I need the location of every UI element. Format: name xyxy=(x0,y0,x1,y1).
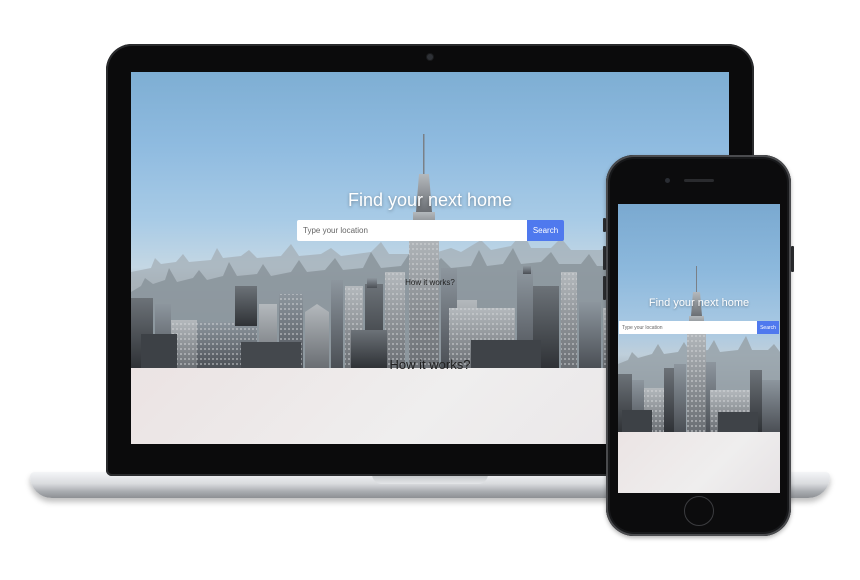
laptop-camera-icon xyxy=(427,54,433,60)
search-button[interactable]: Search xyxy=(527,220,564,241)
phone-power-button xyxy=(791,246,794,272)
search-bar: Search xyxy=(297,220,564,241)
phone-hero-banner: Find your next home Search xyxy=(618,204,780,432)
phone-speaker xyxy=(684,179,714,182)
phone-search-button[interactable]: Search xyxy=(757,321,779,334)
phone-home-button[interactable] xyxy=(684,496,714,526)
phone-screen: Find your next home Search xyxy=(618,204,780,493)
phone-location-search-input[interactable] xyxy=(619,321,757,334)
phone-city-skyline-image xyxy=(618,266,780,432)
location-search-input[interactable] xyxy=(297,220,527,241)
phone-how-it-works-heading: How it works? xyxy=(405,278,455,287)
phone-hero-title: Find your next home xyxy=(648,297,750,309)
phone-search-bar: Search xyxy=(619,321,779,334)
phone-how-it-works-section xyxy=(618,432,780,493)
phone-front-camera-icon xyxy=(665,178,670,183)
